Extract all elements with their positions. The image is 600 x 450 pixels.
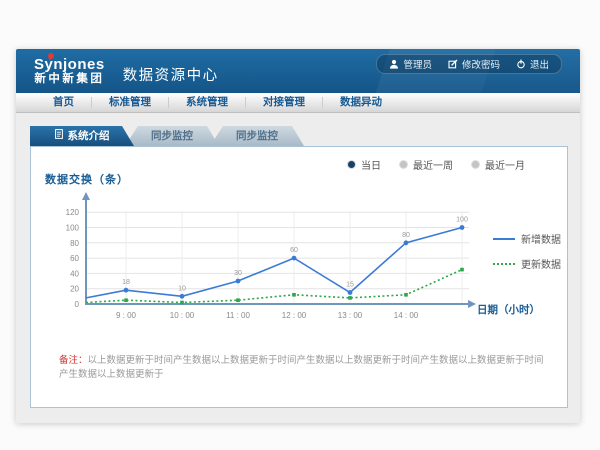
- svg-text:100: 100: [66, 224, 80, 233]
- svg-text:0: 0: [75, 300, 80, 309]
- svg-text:120: 120: [66, 208, 80, 217]
- content-area: 系统介绍 同步监控 同步监控 当日 最近一周: [16, 113, 580, 423]
- change-password-button[interactable]: 修改密码: [448, 57, 500, 71]
- document-icon: [55, 126, 63, 146]
- chart-region: 0 20 40 60 80 100 120 9 : 00 10 : 00 11 : 00 12 : …: [39, 187, 563, 349]
- dotted-line-swatch-icon: [493, 263, 515, 265]
- svg-text:80: 80: [70, 239, 79, 248]
- tab-bar: 系统介绍 同步监控 同步监控: [30, 126, 304, 146]
- screenshot-stage: Synjones 新中新集团 数据资源中心 管理员 修改密码: [0, 0, 600, 450]
- radio-unselected-icon: [399, 160, 408, 169]
- radio-last-week-label: 最近一周: [413, 157, 453, 172]
- tab-sync-monitor-1[interactable]: 同步监控: [125, 126, 219, 146]
- power-icon: [516, 59, 526, 69]
- nav-item-interface-management[interactable]: 对接管理: [246, 97, 323, 108]
- footnote-label: 备注：: [59, 355, 88, 366]
- solid-line-swatch-icon: [493, 238, 515, 240]
- logo-company-name: 新中新集团: [34, 73, 105, 86]
- change-password-label: 修改密码: [462, 57, 500, 71]
- user-menu: 管理员 修改密码 退出: [376, 54, 562, 74]
- legend-item-new-data: 新增数据: [493, 231, 561, 246]
- svg-text:10 : 00: 10 : 00: [170, 311, 195, 320]
- time-range-filters: 当日 最近一周 最近一月: [347, 157, 525, 172]
- svg-text:30: 30: [234, 270, 242, 277]
- svg-text:15: 15: [346, 282, 354, 289]
- svg-text:10: 10: [178, 285, 186, 292]
- svg-text:9 : 00: 9 : 00: [116, 311, 137, 320]
- svg-text:100: 100: [456, 217, 468, 224]
- tab-label: 系统介绍: [68, 126, 110, 146]
- chart-panel: 当日 最近一周 最近一月 数据交换（条） 0 20 40 60 80 100 120 9 : …: [30, 146, 568, 408]
- svg-text:60: 60: [290, 247, 298, 254]
- app-window: Synjones 新中新集团 数据资源中心 管理员 修改密码: [16, 49, 580, 423]
- svg-text:11 : 00: 11 : 00: [226, 311, 250, 320]
- page-title: 数据资源中心: [123, 64, 219, 85]
- radio-last-month[interactable]: 最近一月: [471, 157, 525, 172]
- admin-user-label: 管理员: [403, 57, 432, 71]
- chart-y-axis-title: 数据交换（条）: [45, 171, 129, 187]
- tab-sync-monitor-2[interactable]: 同步监控: [210, 126, 304, 146]
- svg-text:18: 18: [122, 279, 130, 286]
- svg-text:40: 40: [70, 269, 79, 278]
- nav-item-data-change[interactable]: 数据异动: [323, 97, 399, 108]
- svg-text:14 : 00: 14 : 00: [394, 311, 419, 320]
- radio-today-label: 当日: [361, 157, 381, 172]
- app-header: Synjones 新中新集团 数据资源中心 管理员 修改密码: [16, 49, 580, 93]
- tab-system-introduction[interactable]: 系统介绍: [30, 126, 134, 146]
- legend-item-update-data: 更新数据: [493, 256, 561, 271]
- radio-last-week[interactable]: 最近一周: [399, 157, 453, 172]
- main-nav: 首页 标准管理 系统管理 对接管理 数据异动: [16, 93, 580, 113]
- nav-item-home[interactable]: 首页: [36, 97, 92, 108]
- svg-text:80: 80: [402, 232, 410, 239]
- legend-label-new-data: 新增数据: [521, 231, 561, 246]
- footnote-text: 以上数据更新于时间产生数据以上数据更新于时间产生数据以上数据更新于时间产生数据以…: [59, 355, 544, 380]
- footnote: 备注：以上数据更新于时间产生数据以上数据更新于时间产生数据以上数据更新于时间产生…: [59, 354, 551, 382]
- svg-text:12 : 00: 12 : 00: [282, 311, 307, 320]
- chart-legend: 新增数据 更新数据: [493, 231, 561, 281]
- radio-today[interactable]: 当日: [347, 157, 381, 172]
- logout-button[interactable]: 退出: [516, 57, 549, 71]
- svg-text:13 : 00: 13 : 00: [338, 311, 363, 320]
- legend-label-update-data: 更新数据: [521, 256, 561, 271]
- nav-item-system-management[interactable]: 系统管理: [169, 97, 246, 108]
- radio-unselected-icon: [471, 160, 480, 169]
- svg-text:60: 60: [70, 254, 79, 263]
- chart-x-axis-title: 日期（小时）: [477, 302, 540, 317]
- logo-brand-text: Synjones: [34, 56, 105, 73]
- admin-user-button[interactable]: 管理员: [389, 57, 432, 71]
- logout-label: 退出: [530, 57, 549, 71]
- nav-item-standard-management[interactable]: 标准管理: [92, 97, 169, 108]
- line-chart: 0 20 40 60 80 100 120 9 : 00 10 : 00 11 : 00 12 : …: [39, 187, 481, 327]
- radio-last-month-label: 最近一月: [485, 157, 525, 172]
- user-icon: [389, 59, 399, 69]
- company-logo: Synjones 新中新集团: [34, 56, 105, 86]
- svg-text:20: 20: [70, 285, 79, 294]
- radio-selected-icon: [347, 160, 356, 169]
- edit-pencil-icon: [448, 59, 458, 69]
